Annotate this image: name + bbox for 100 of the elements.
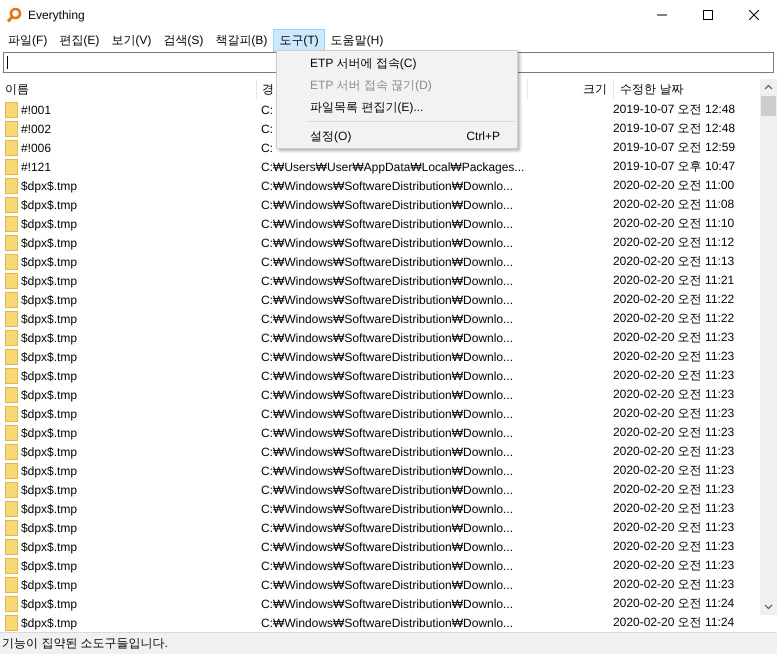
modified-date: 2020-02-20 오전 11:22 <box>613 311 734 325</box>
file-name: $dpx$.tmp <box>21 596 78 610</box>
folder-icon <box>5 500 18 516</box>
file-name: $dpx$.tmp <box>21 216 78 230</box>
file-name: $dpx$.tmp <box>21 198 78 212</box>
menu-option[interactable]: 설정(O) Ctrl+P <box>277 125 517 147</box>
folder-icon <box>5 386 18 402</box>
folder-icon <box>5 424 18 440</box>
file-path: C:₩Windows₩SoftwareDistribution₩Downlo... <box>261 540 514 554</box>
folder-icon <box>5 368 18 384</box>
folder-icon <box>5 520 18 536</box>
modified-date: 2020-02-20 오전 11:22 <box>613 292 734 306</box>
folder-icon <box>5 576 18 592</box>
folder-icon <box>5 272 18 288</box>
column-header[interactable]: 크기 <box>528 79 614 99</box>
menu-item[interactable]: 보기(V) <box>105 28 158 52</box>
file-name: $dpx$.tmp <box>21 558 78 572</box>
menu-item[interactable]: 편집(E) <box>53 28 106 52</box>
menu-option[interactable]: ETP 서버에 접속(C) <box>277 52 517 74</box>
file-path: C:₩Windows₩SoftwareDistribution₩Downlo... <box>261 236 514 250</box>
status-text: 기능이 집약된 소도구들입니다. <box>2 635 168 652</box>
modified-date: 2020-02-20 오전 11:10 <box>613 216 734 230</box>
modified-date: 2020-02-20 오전 11:23 <box>613 482 734 496</box>
folder-icon <box>5 140 18 156</box>
file-path: C:₩Windows₩SoftwareDistribution₩Downlo... <box>261 388 514 402</box>
file-path: C:₩Windows₩SoftwareDistribution₩Downlo... <box>261 426 514 440</box>
modified-date: 2020-02-20 오전 11:23 <box>613 577 734 591</box>
modified-date: 2019-10-07 오전 12:48 <box>613 102 736 116</box>
modified-date: 2020-02-20 오전 11:23 <box>613 444 734 458</box>
file-path: C:₩Windows₩SoftwareDistribution₩Downlo... <box>261 350 514 364</box>
menu-item[interactable]: 책갈피(B) <box>209 28 274 52</box>
file-path: C:₩Windows₩SoftwareDistribution₩Downlo... <box>261 578 514 592</box>
modified-date: 2020-02-20 오전 11:00 <box>613 178 734 192</box>
modified-date: 2019-10-07 오전 12:48 <box>613 121 736 135</box>
folder-icon <box>5 120 18 136</box>
file-name: $dpx$.tmp <box>21 540 78 554</box>
window-title: Everything <box>28 8 86 22</box>
file-path: C:₩Windows₩SoftwareDistribution₩Downlo... <box>261 274 514 288</box>
modified-date: 2020-02-20 오전 11:23 <box>613 539 734 553</box>
file-path: C: <box>261 102 273 116</box>
menu-item[interactable]: 도구(T) <box>273 28 325 52</box>
folder-icon <box>5 234 18 250</box>
file-path: C:₩Users₩User₩AppData₩Local₩Packages... <box>261 160 524 174</box>
file-name: $dpx$.tmp <box>21 482 78 496</box>
menu-option[interactable]: 파일목록 편집기(E)... <box>277 96 517 118</box>
column-header[interactable]: 수정한 날짜 <box>614 79 760 99</box>
modified-date: 2020-02-20 오전 11:23 <box>613 406 734 420</box>
file-name: $dpx$.tmp <box>21 254 78 268</box>
file-name: #!002 <box>21 122 52 136</box>
folder-icon <box>5 444 18 460</box>
magnifier-icon <box>6 7 22 23</box>
file-name: $dpx$.tmp <box>21 292 78 306</box>
folder-icon <box>5 158 18 174</box>
folder-icon <box>5 558 18 574</box>
file-path: C:₩Windows₩SoftwareDistribution₩Downlo... <box>261 464 514 478</box>
file-name: $dpx$.tmp <box>21 426 78 440</box>
folder-icon <box>5 254 18 270</box>
file-name: $dpx$.tmp <box>21 236 78 250</box>
file-name: $dpx$.tmp <box>21 464 78 478</box>
menu-item[interactable]: 파일(F) <box>2 28 54 52</box>
folder-icon <box>5 330 18 346</box>
file-name: $dpx$.tmp <box>21 350 78 364</box>
file-name: $dpx$.tmp <box>21 444 78 458</box>
file-path: C: <box>261 122 273 136</box>
modified-date: 2019-10-07 오후 10:47 <box>613 159 736 173</box>
file-path: C:₩Windows₩SoftwareDistribution₩Downlo... <box>261 198 514 212</box>
folder-icon <box>5 614 18 630</box>
file-path: C:₩Windows₩SoftwareDistribution₩Downlo... <box>261 520 514 534</box>
file-path: C:₩Windows₩SoftwareDistribution₩Downlo... <box>261 312 514 326</box>
file-path: C:₩Windows₩SoftwareDistribution₩Downlo... <box>261 216 514 230</box>
file-path: C:₩Windows₩SoftwareDistribution₩Downlo... <box>261 444 514 458</box>
file-path: C:₩Windows₩SoftwareDistribution₩Downlo... <box>261 502 514 516</box>
modified-date: 2020-02-20 오전 11:13 <box>613 254 734 268</box>
modified-date: 2020-02-20 오전 11:23 <box>613 501 734 515</box>
file-path: C:₩Windows₩SoftwareDistribution₩Downlo... <box>261 558 514 572</box>
file-path: C:₩Windows₩SoftwareDistribution₩Downlo... <box>261 178 514 192</box>
file-path: C:₩Windows₩SoftwareDistribution₩Downlo... <box>261 368 514 382</box>
modified-date: 2020-02-20 오전 11:12 <box>613 235 734 249</box>
file-path: C:₩Windows₩SoftwareDistribution₩Downlo... <box>261 330 514 344</box>
folder-icon <box>5 216 18 232</box>
folder-icon <box>5 178 18 194</box>
file-name: $dpx$.tmp <box>21 502 78 516</box>
modified-date: 2020-02-20 오전 11:24 <box>613 615 734 629</box>
file-name: #!001 <box>21 102 52 116</box>
modified-date: 2020-02-20 오전 11:23 <box>613 368 734 382</box>
file-name: $dpx$.tmp <box>21 178 78 192</box>
folder-icon <box>5 406 18 422</box>
modified-date: 2020-02-20 오전 11:23 <box>613 387 734 401</box>
file-name: $dpx$.tmp <box>21 616 78 630</box>
scroll-thumb[interactable] <box>761 96 776 116</box>
file-path: C:₩Windows₩SoftwareDistribution₩Downlo... <box>261 482 514 496</box>
scrollbar[interactable] <box>760 79 777 615</box>
column-header[interactable]: 이름 <box>0 79 257 99</box>
menu-item[interactable]: 도움말(H) <box>324 28 390 52</box>
modified-date: 2020-02-20 오전 11:23 <box>613 330 734 344</box>
file-name: $dpx$.tmp <box>21 388 78 402</box>
folder-icon <box>5 596 18 612</box>
folder-icon <box>5 102 18 118</box>
menu-item[interactable]: 검색(S) <box>157 28 210 52</box>
modified-date: 2020-02-20 오전 11:23 <box>613 463 734 477</box>
